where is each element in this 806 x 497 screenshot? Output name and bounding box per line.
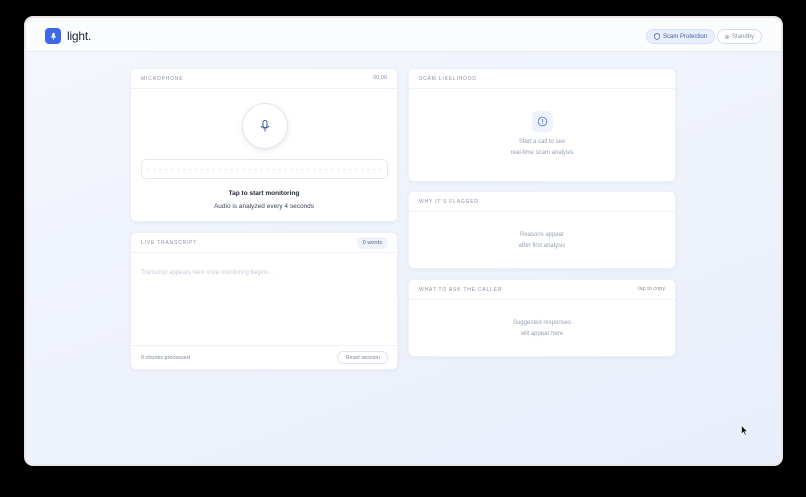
transcript-title: LIVE TRANSCRIPT [141,240,198,246]
microphone-card-header: MICROPHONE 00:00 [131,69,397,89]
app-window: light. Scam Protection Standby MICROPHON… [24,16,783,466]
transcript-card-header: LIVE TRANSCRIPT 0 words [131,233,397,253]
ask-line-1: Suggested responses [512,320,572,326]
scam-protection-badge[interactable]: Scam Protection [646,29,716,44]
transcript-footer: 0 chunks processed Reset session [131,345,397,369]
tap-to-copy-hint: tap to copy [638,286,665,292]
likelihood-line-2: real-time scam analysis [510,150,574,156]
logo-mic-icon [45,28,61,44]
standby-label: Standby [732,33,755,40]
alert-circle-icon [532,111,553,132]
monitoring-status: Tap to start monitoring [228,190,300,197]
reset-session-button[interactable]: Reset session [337,351,388,364]
why-line-1: Reasons appear [519,232,565,238]
microphone-card: MICROPHONE 00:00 Tap to start monitoring… [130,68,398,222]
transcript-card: LIVE TRANSCRIPT 0 words Transcript appea… [130,232,398,370]
likelihood-card-header: SCAM LIKELIHOOD [409,69,675,89]
microphone-icon [260,120,270,132]
ask-line-2: will appear here [520,331,564,337]
why-title: WHY IT'S FLAGGED [419,199,479,205]
why-flagged-card: WHY IT'S FLAGGED Reasons appear after fi… [408,191,676,269]
likelihood-line-1: Start a call to see [518,139,566,145]
why-card-header: WHY IT'S FLAGGED [409,192,675,212]
ask-title: WHAT TO ASK THE CALLER [419,287,503,293]
status-dot-icon [725,34,729,39]
mouse-cursor-icon [741,425,749,436]
ask-card-header: WHAT TO ASK THE CALLER tap to copy [409,280,675,300]
timer: 00:00 [373,75,387,81]
top-bar: light. Scam Protection Standby [26,18,781,52]
chunks-processed: 0 chunks processed [141,355,190,361]
monitoring-subtitle: Audio is analyzed every 4 seconds [213,203,315,210]
standby-button[interactable]: Standby [717,29,763,44]
why-line-2: after first analysis [518,243,566,249]
audio-waveform [141,159,388,179]
start-monitoring-button[interactable] [242,103,288,149]
likelihood-title: SCAM LIKELIHOOD [419,76,477,82]
scam-protection-label: Scam Protection [663,33,708,40]
transcript-placeholder: Transcript appears here once monitoring … [141,270,274,276]
shield-icon [654,33,660,40]
word-count-badge: 0 words [356,237,388,249]
microphone-title: MICROPHONE [141,76,184,82]
ask-caller-card: WHAT TO ASK THE CALLER tap to copy Sugge… [408,279,676,357]
app-surface: light. Scam Protection Standby MICROPHON… [26,18,781,464]
scam-likelihood-card: SCAM LIKELIHOOD Start a call to see real… [408,68,676,182]
logo-text: light. [67,29,92,43]
